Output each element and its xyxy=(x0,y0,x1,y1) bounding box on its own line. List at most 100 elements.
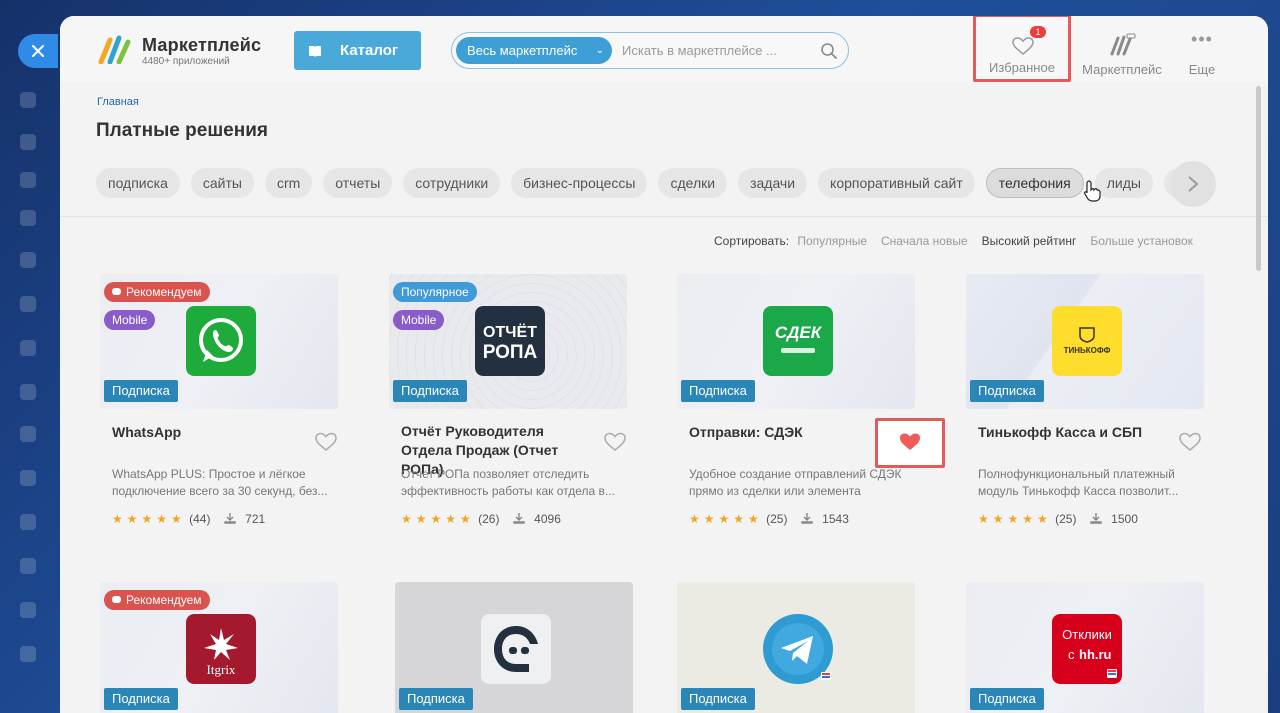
heart-outline-icon[interactable] xyxy=(315,432,337,452)
rail-icon xyxy=(20,92,36,108)
logo-text: СДЕК xyxy=(775,323,823,342)
rail-icon xyxy=(20,252,36,268)
tag-filter[interactable]: подписка xyxy=(96,168,180,198)
logo-text-line1: ОТЧЁТ xyxy=(483,323,537,341)
chevron-down-icon: ⌄ xyxy=(595,45,604,56)
card-description: Отчет РОПа позволяет отследить эффективн… xyxy=(401,467,615,498)
tag-filter[interactable]: бизнес-процессы xyxy=(511,168,648,198)
card-meta: ★★★★★ (25) 1500 xyxy=(978,512,1138,526)
search-input[interactable] xyxy=(622,37,812,64)
app-card-telegram[interactable]: Подписка xyxy=(677,582,915,713)
tag-filter[interactable]: сайты xyxy=(190,168,254,198)
search-bar: Весь маркетплейс ⌄ xyxy=(451,32,849,69)
app-card-itgrix[interactable]: Itgrix Рекомендуем Подписка xyxy=(100,582,338,713)
rail-icon xyxy=(20,210,36,226)
card-meta: ★★★★★ (44) 721 xyxy=(112,512,265,526)
installs-count: 1543 xyxy=(822,512,849,526)
chevron-right-icon xyxy=(1188,176,1199,192)
scrollbar[interactable] xyxy=(1256,86,1261,271)
rating-stars: ★★★★★ xyxy=(978,512,1052,526)
rail-icon xyxy=(20,384,36,400)
tag-filter-row: подписка сайты crm отчеты сотрудники бизнес-п… xyxy=(96,168,1216,202)
breadcrumb-home[interactable]: Главная xyxy=(97,96,139,108)
rail-icon xyxy=(20,296,36,312)
rating-stars: ★★★★★ xyxy=(112,512,186,526)
tag-filter[interactable]: лиды xyxy=(1094,168,1153,198)
tag-filter[interactable]: сделки xyxy=(658,168,728,198)
rating-count: (25) xyxy=(1055,512,1077,526)
tag-filter[interactable]: корпоративный сайт xyxy=(818,168,975,198)
favorites-label: Избранное xyxy=(989,60,1055,75)
card-image: Отклики с hh.ru Подписка xyxy=(966,582,1204,713)
app-card-chat[interactable]: Подписка xyxy=(395,582,633,713)
favorites-button[interactable]: 1 Избранное xyxy=(973,16,1071,82)
rating-count: (25) xyxy=(766,512,788,526)
tag-filter[interactable]: сотрудники xyxy=(403,168,501,198)
logo-text-line1: Отклики xyxy=(1062,627,1112,642)
telegram-icon xyxy=(763,614,833,684)
subscription-badge: Подписка xyxy=(393,380,467,402)
download-icon xyxy=(1090,513,1102,524)
app-card-otchet-ropa[interactable]: ОТЧЁТ РОПА Популярное Mobile Подписка От… xyxy=(389,274,627,544)
card-title[interactable]: Тинькофф Касса и СБП xyxy=(978,423,1174,442)
logo-text: Itgrix xyxy=(207,662,236,677)
rail-icon xyxy=(20,134,36,150)
subscription-badge: Подписка xyxy=(104,380,178,402)
close-slider-button[interactable] xyxy=(18,34,58,68)
installs-count: 721 xyxy=(245,512,266,526)
rail-icon xyxy=(20,426,36,442)
download-icon xyxy=(801,513,813,524)
search-scope-select[interactable]: Весь маркетплейс ⌄ xyxy=(456,37,612,64)
rail-icon xyxy=(20,172,36,188)
subscription-badge: Подписка xyxy=(399,688,473,710)
card-image: Рекомендуем Mobile Подписка xyxy=(100,274,338,409)
logo-subtitle: 4480+ приложений xyxy=(142,56,230,67)
tag-filter[interactable]: задачи xyxy=(738,168,808,198)
catalog-button[interactable]: Каталог xyxy=(294,31,421,70)
rail-icon xyxy=(20,602,36,618)
card-description: WhatsApp PLUS: Простое и лёгкое подключе… xyxy=(112,467,328,498)
app-card-cdek[interactable]: СДЕК Подписка Отправки: СДЭК Удобное соз… xyxy=(677,274,915,544)
search-icon[interactable] xyxy=(820,42,838,60)
otchet-ropa-logo: ОТЧЁТ РОПА xyxy=(475,306,545,376)
more-nav-item[interactable]: ••• Еще xyxy=(1182,30,1222,77)
app-card-whatsapp[interactable]: Рекомендуем Mobile Подписка WhatsApp Wha… xyxy=(100,274,338,544)
hand-cursor-icon xyxy=(1084,180,1101,202)
tags-next-button[interactable] xyxy=(1170,161,1216,207)
rating-stars: ★★★★★ xyxy=(689,512,763,526)
heart-outline-icon[interactable] xyxy=(604,432,626,452)
heart-outline-icon xyxy=(1012,37,1034,55)
tag-filter[interactable]: телефония xyxy=(985,168,1084,198)
logo-text-line3: hh.ru xyxy=(1079,647,1112,662)
card-image: Подписка xyxy=(677,582,915,713)
tag-filter[interactable]: crm xyxy=(264,168,313,198)
card-image: СДЕК Подписка xyxy=(677,274,915,409)
rating-stars: ★★★★★ xyxy=(401,512,475,526)
sort-option[interactable]: Высокий рейтинг xyxy=(982,234,1077,248)
rating-count: (26) xyxy=(478,512,500,526)
app-card-hh[interactable]: Отклики с hh.ru Подписка xyxy=(966,582,1204,713)
subscription-badge: Подписка xyxy=(681,380,755,402)
tag-filter[interactable]: отчеты xyxy=(323,168,393,198)
card-title[interactable]: Отправки: СДЭК xyxy=(689,423,885,442)
marketplace-nav-item[interactable]: Маркетплейс xyxy=(1078,32,1166,77)
sort-option[interactable]: Больше установок xyxy=(1090,234,1193,248)
sort-option[interactable]: Популярные xyxy=(797,234,867,248)
sort-bar: Сортировать: Популярные Сначала новые Высо… xyxy=(714,234,1207,248)
header: Маркетплейс 4480+ приложений Каталог Вес… xyxy=(60,16,1268,82)
card-meta: ★★★★★ (25) 1543 xyxy=(689,512,849,526)
rail-icon xyxy=(20,558,36,574)
sort-label: Сортировать: xyxy=(714,234,790,248)
card-title[interactable]: WhatsApp xyxy=(112,423,308,442)
rail-icon xyxy=(20,646,36,662)
subscription-badge: Подписка xyxy=(970,380,1044,402)
sort-option[interactable]: Сначала новые xyxy=(881,234,968,248)
cdek-favorite-button[interactable] xyxy=(875,418,945,468)
logo-title: Маркетплейс xyxy=(142,35,262,55)
subscription-badge: Подписка xyxy=(681,688,755,710)
heart-outline-icon[interactable] xyxy=(1179,432,1201,452)
book-icon xyxy=(309,45,321,57)
left-rail xyxy=(0,0,58,713)
itgrix-logo: Itgrix xyxy=(186,614,256,684)
app-card-tinkoff[interactable]: ТИНЬКОФФ Подписка Тинькофф Касса и СБП П… xyxy=(966,274,1204,544)
